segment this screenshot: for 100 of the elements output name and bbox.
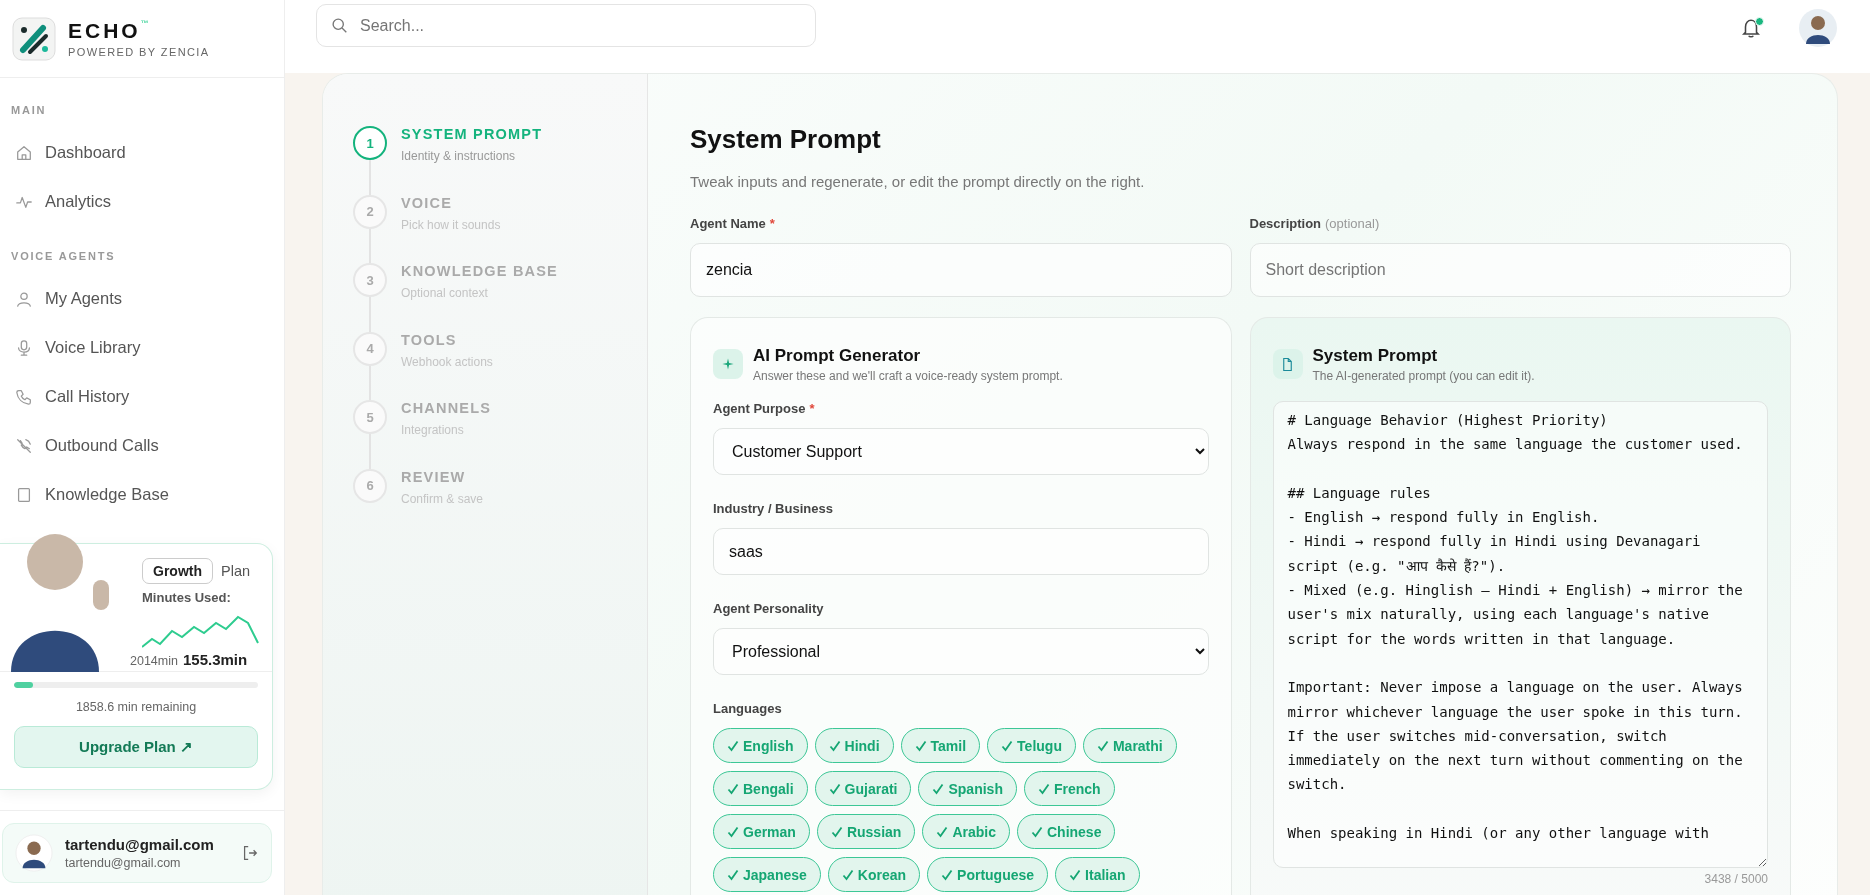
step-title: KNOWLEDGE BASE bbox=[401, 263, 558, 279]
step-subtitle: Identity & instructions bbox=[401, 149, 517, 163]
text-field[interactable]: saas bbox=[713, 528, 1209, 575]
minutes-used: 155.3min bbox=[182, 651, 248, 668]
language-chip[interactable]: Spanish bbox=[918, 771, 1017, 806]
field-label: Agent Purpose bbox=[713, 401, 806, 416]
minutes-limit: 2014min bbox=[130, 654, 178, 668]
prompt-textarea[interactable]: # Language Behavior (Highest Priority) Always respond in the same language the customer used. ## Language rules - English → respond fully in English. - Hindi → respond fully in Hindi using Devanagari script (e.g. "आप कैसे हैं?"). - Mixed (e.g. Hinglish — Hindi + English) → mirror the user's mix naturally, using each language's native script for the words written in that language. Important: Never impose a language on the user. Always mirror whichever language the user spoke in this turn. If the user switches mid-conversation, switch immediately on the next turn without commenting on the switch. When speaking in Hindi (or any other language with bbox=[1272, 401, 1768, 868]
text-field[interactable]: Short description bbox=[1249, 243, 1791, 297]
panel-title: AI Prompt Generator bbox=[753, 346, 922, 366]
step-number: 1 bbox=[353, 126, 387, 160]
logout-icon[interactable] bbox=[241, 844, 259, 862]
check-icon bbox=[830, 825, 843, 838]
step-number: 5 bbox=[353, 400, 387, 434]
dropdown[interactable]: Professional bbox=[713, 628, 1209, 675]
step-number: 6 bbox=[353, 468, 387, 503]
nav-section-title: MAIN bbox=[11, 104, 48, 116]
upgrade-plan-button[interactable]: Upgrade Plan ↗ bbox=[14, 726, 258, 768]
check-icon bbox=[1069, 868, 1082, 881]
optional-note: (optional) bbox=[1325, 216, 1380, 231]
step-number: 2 bbox=[353, 194, 387, 229]
usage-label: Minutes Used: bbox=[142, 590, 232, 605]
profile-avatar[interactable] bbox=[1798, 8, 1838, 48]
search-field[interactable]: Search... bbox=[316, 4, 816, 47]
dropdown[interactable]: Customer Support bbox=[713, 428, 1209, 475]
logo-icon bbox=[12, 16, 56, 61]
nav-item[interactable]: My Agents bbox=[10, 274, 274, 323]
language-chip[interactable]: Bengali bbox=[713, 771, 808, 806]
user-card[interactable]: tartendu@gmail.com tartendu@gmail.com bbox=[2, 823, 272, 883]
language-chip[interactable]: Arabic bbox=[922, 814, 1010, 849]
language-chip[interactable]: French bbox=[1023, 771, 1115, 806]
language-chip[interactable]: Japanese bbox=[713, 857, 821, 892]
language-chip[interactable]: Marathi bbox=[1082, 728, 1177, 763]
language-chip[interactable]: Gujarati bbox=[814, 771, 912, 806]
step-number: 4 bbox=[353, 331, 387, 366]
document-icon bbox=[1272, 349, 1303, 379]
plan-badge: Growth bbox=[142, 558, 213, 584]
language-chip[interactable]: Italian bbox=[1055, 857, 1140, 892]
language-chip[interactable]: Russian bbox=[816, 814, 916, 849]
language-chip[interactable]: English bbox=[713, 728, 808, 763]
check-icon bbox=[932, 782, 945, 795]
language-chip[interactable]: Tamil bbox=[900, 728, 981, 763]
check-icon bbox=[1037, 782, 1050, 795]
check-icon bbox=[727, 782, 739, 795]
nav-item[interactable]: Knowledge Base bbox=[10, 470, 274, 519]
check-icon bbox=[727, 868, 739, 881]
check-icon bbox=[727, 825, 739, 838]
nav-item[interactable]: Call History bbox=[10, 372, 274, 421]
required-mark: * bbox=[809, 401, 815, 416]
trademark-mark: ™ bbox=[140, 19, 149, 29]
field-label: Description bbox=[1249, 216, 1321, 231]
plan-label: Plan bbox=[221, 563, 251, 579]
language-chip[interactable]: German bbox=[713, 814, 810, 849]
language-chip[interactable]: Portuguese bbox=[927, 857, 1049, 892]
check-icon bbox=[841, 868, 854, 881]
user-email: tartendu@gmail.com bbox=[65, 856, 182, 870]
wizard-step[interactable]: 1 SYSTEM PROMPT Identity & instructions bbox=[353, 126, 647, 195]
language-chip[interactable]: Chinese bbox=[1016, 814, 1116, 849]
step-title: TOOLS bbox=[401, 331, 458, 348]
check-icon bbox=[936, 825, 949, 838]
notification-bell-icon[interactable] bbox=[1740, 17, 1762, 39]
check-icon bbox=[1096, 739, 1109, 752]
nav-item[interactable]: Voice Library bbox=[10, 323, 274, 372]
user-name: tartendu@gmail.com bbox=[65, 836, 215, 853]
check-icon bbox=[914, 739, 927, 752]
nav-item[interactable]: Outbound Calls bbox=[10, 421, 274, 470]
panel-subtitle: The AI-generated prompt (you can edit it). bbox=[1312, 369, 1535, 383]
character-counter: 3438 / 5000 bbox=[1704, 872, 1768, 886]
text-field[interactable]: zencia bbox=[690, 243, 1232, 297]
language-chip[interactable]: Korean bbox=[827, 857, 921, 892]
language-chip[interactable]: Hindi bbox=[814, 728, 894, 763]
check-icon bbox=[1001, 739, 1014, 752]
check-icon bbox=[828, 782, 841, 795]
step-number: 3 bbox=[353, 263, 387, 297]
page-subtitle: Tweak inputs and regenerate, or edit the prompt directly on the right. bbox=[690, 173, 1146, 190]
check-icon bbox=[727, 739, 739, 752]
field-label: Industry / Business bbox=[713, 501, 833, 516]
phone-off-icon bbox=[15, 436, 33, 455]
nav-item[interactable]: Dashboard bbox=[10, 128, 274, 177]
page-title: System Prompt bbox=[690, 124, 882, 155]
microphone-icon bbox=[15, 338, 33, 357]
check-icon bbox=[941, 868, 954, 881]
step-title: VOICE bbox=[401, 194, 454, 211]
brand-name: ECHO bbox=[68, 19, 141, 43]
field-label: Agent Personality bbox=[713, 601, 824, 616]
required-mark: * bbox=[769, 216, 775, 231]
check-icon bbox=[828, 739, 841, 752]
step-title: REVIEW bbox=[401, 468, 467, 485]
step-title: SYSTEM PROMPT bbox=[401, 126, 543, 142]
field-label: Agent Name bbox=[690, 216, 766, 231]
language-chip[interactable]: Telugu bbox=[987, 728, 1076, 763]
panel-title: System Prompt bbox=[1312, 346, 1439, 366]
home-icon bbox=[15, 143, 33, 162]
avatar-icon bbox=[15, 834, 53, 872]
nav-section-title: VOICE AGENTS bbox=[11, 250, 117, 262]
check-icon bbox=[1030, 825, 1043, 838]
panel-subtitle: Answer these and we'll craft a voice-ready system prompt. bbox=[753, 369, 1063, 383]
minutes-remaining: 1858.6 min remaining bbox=[75, 700, 197, 714]
nav-item[interactable]: Analytics bbox=[10, 177, 274, 226]
field-label: Languages bbox=[713, 701, 782, 716]
